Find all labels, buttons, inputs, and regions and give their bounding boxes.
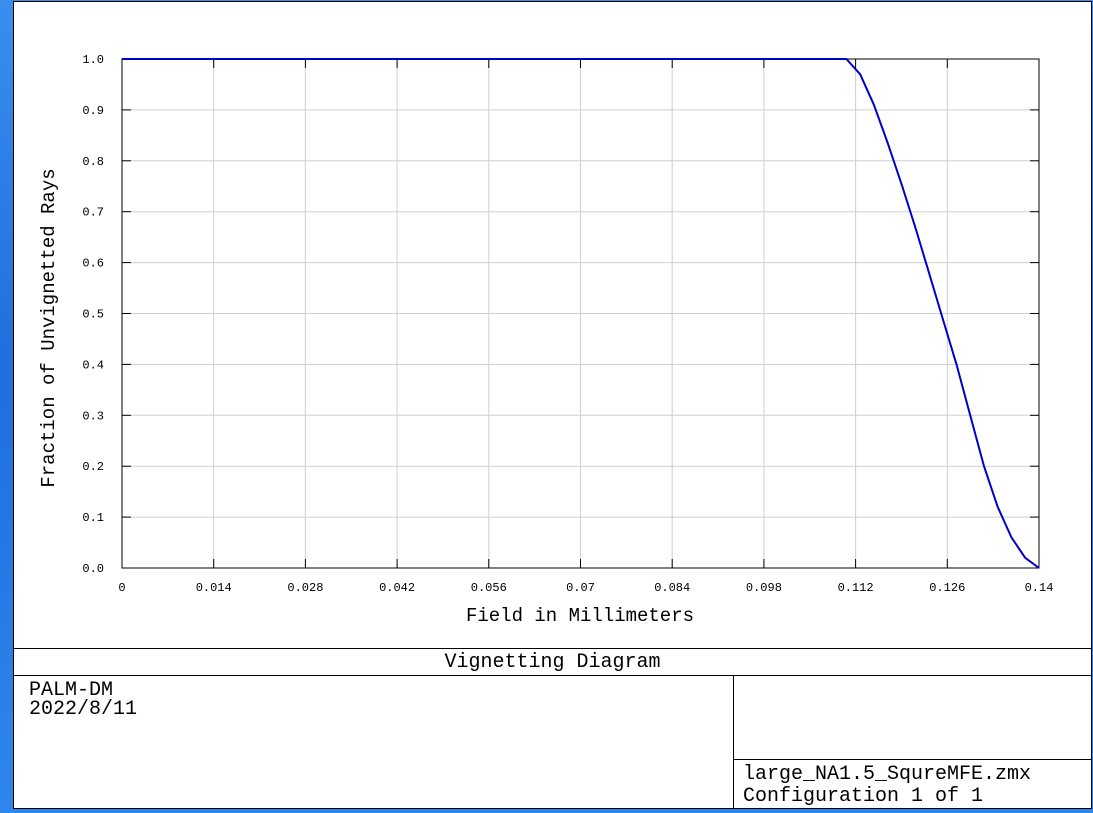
plot-window: 0 0.014 0.028 0.042 0.056 0.07 0.084 0.098 0.112… <box>13 1 1092 809</box>
y-tick-label: 0.1 <box>82 511 104 525</box>
configuration-text: Configuration 1 of 1 <box>743 785 984 808</box>
x-tick-label: 0.07 <box>566 581 595 595</box>
x-tick-label: 0.014 <box>196 581 232 595</box>
info-divider-vertical <box>733 675 734 808</box>
x-tick-label: 0.084 <box>654 581 690 595</box>
file-name: large_NA1.5_SqureMFE.zmx <box>743 763 1032 786</box>
x-tick-label: 0.112 <box>838 581 874 595</box>
info-divider-horizontal <box>733 759 1091 760</box>
y-tick-label: 0.2 <box>82 460 104 474</box>
x-axis-label: Field in Millimeters <box>466 605 694 627</box>
date-text: 2022/8/11 <box>29 698 138 721</box>
chart-title: Vignetting Diagram <box>14 648 1091 676</box>
x-tick-label: 0.14 <box>1025 581 1054 595</box>
y-tick-label: 0.8 <box>82 155 104 169</box>
x-tick-label: 0.126 <box>929 581 965 595</box>
y-tick-label: 0.9 <box>82 104 104 118</box>
y-tick-label: 0.0 <box>82 562 104 576</box>
info-left: PALM-DM 2022/8/11 <box>29 681 138 721</box>
y-tick-label: 0.5 <box>82 308 104 322</box>
y-tick-label: 0.7 <box>82 206 104 220</box>
y-tick-label: 1.0 <box>82 53 104 67</box>
info-right: large_NA1.5_SqureMFE.zmx Configuration 1… <box>743 764 1031 808</box>
y-axis-label: Fraction of Unvignetted Rays <box>38 168 60 487</box>
tick-labels: 0 0.014 0.028 0.042 0.056 0.07 0.084 0.098 0.112… <box>82 53 1053 595</box>
x-tick-label: 0.056 <box>471 581 507 595</box>
x-tick-label: 0 <box>118 581 125 595</box>
vignetting-chart: 0 0.014 0.028 0.042 0.056 0.07 0.084 0.098 0.112… <box>38 53 1053 627</box>
y-tick-label: 0.4 <box>82 358 104 372</box>
x-tick-label: 0.028 <box>287 581 323 595</box>
x-tick-label: 0.098 <box>746 581 782 595</box>
grid <box>122 58 1039 568</box>
y-tick-label: 0.3 <box>82 409 104 423</box>
y-tick-label: 0.6 <box>82 257 104 271</box>
x-tick-label: 0.042 <box>379 581 415 595</box>
